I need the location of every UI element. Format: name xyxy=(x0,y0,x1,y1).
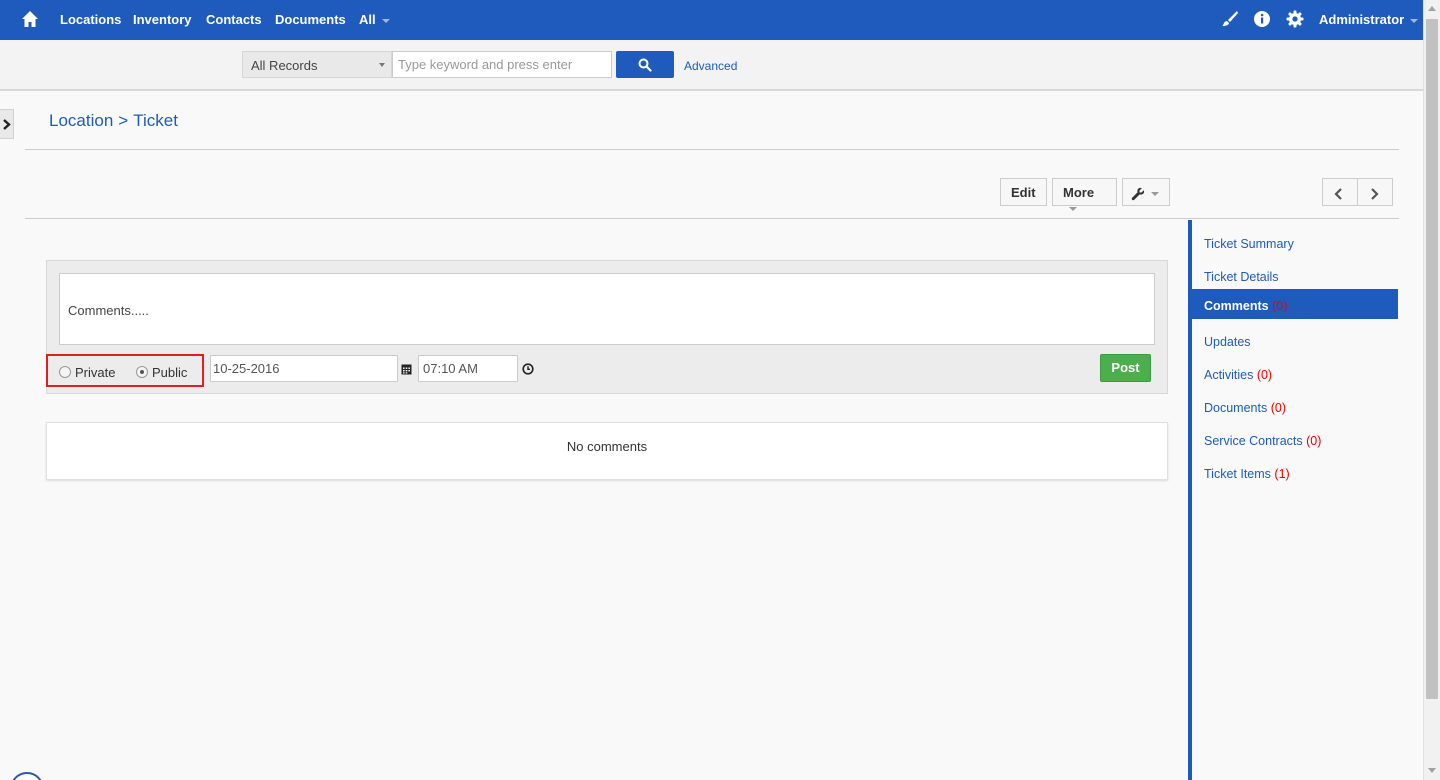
nav-contacts[interactable]: Contacts xyxy=(206,12,262,27)
more-button-label: More xyxy=(1063,185,1095,200)
sidebar-item-count: (0) xyxy=(1256,368,1273,382)
scroll-up-arrow-icon[interactable] xyxy=(1428,6,1436,11)
breadcrumb: Location > Ticket xyxy=(49,111,178,131)
next-record-button[interactable] xyxy=(1357,178,1393,206)
edit-button[interactable]: Edit xyxy=(1000,178,1047,206)
sidebar-item-label: Ticket Details xyxy=(1204,270,1279,284)
sidebar-item-label: Service Contracts xyxy=(1204,434,1303,448)
sidebar-item-ticket-items[interactable]: Ticket Items (1) xyxy=(1192,457,1398,487)
divider xyxy=(25,149,1399,150)
info-icon[interactable] xyxy=(1253,10,1271,28)
logo-badge-icon xyxy=(10,772,44,780)
sidebar-item-label: Ticket Items xyxy=(1204,467,1271,481)
comment-time-input[interactable] xyxy=(418,355,518,382)
nav-inventory[interactable]: Inventory xyxy=(133,12,192,27)
sidebar-item-updates[interactable]: Updates xyxy=(1192,325,1398,355)
scrollbar-thumb[interactable] xyxy=(1426,19,1438,699)
chevron-down-icon xyxy=(1069,206,1077,211)
breadcrumb-separator: > xyxy=(118,111,129,130)
post-comment-button[interactable]: Post xyxy=(1100,354,1151,382)
chevron-down-icon xyxy=(1151,191,1159,196)
sidebar-item-count: (1) xyxy=(1274,467,1290,481)
clock-icon[interactable] xyxy=(522,363,534,375)
search-scope-select[interactable]: All Records xyxy=(242,51,392,78)
sidebar-item-label: Updates xyxy=(1204,335,1251,349)
tools-dropdown-button[interactable] xyxy=(1122,178,1170,206)
nav-locations[interactable]: Locations xyxy=(60,12,121,27)
sidebar-item-service-contracts[interactable]: Service Contracts (0) xyxy=(1192,424,1398,454)
previous-record-button[interactable] xyxy=(1322,178,1358,206)
search-icon xyxy=(638,58,652,72)
divider xyxy=(25,218,1399,219)
sidebar-item-label: Activities xyxy=(1204,368,1254,382)
sidebar-item-comments[interactable]: Comments (0) xyxy=(1192,289,1398,319)
empty-comments-message: No comments xyxy=(566,439,648,454)
sidebar-item-label: Ticket Summary xyxy=(1204,237,1294,251)
comment-composer: Comments..... Private Public Post xyxy=(46,260,1168,394)
more-button[interactable]: More xyxy=(1052,178,1117,211)
search-input[interactable] xyxy=(392,51,612,78)
chevron-down-icon xyxy=(1410,18,1419,23)
sidebar-item-ticket-details[interactable]: Ticket Details xyxy=(1192,260,1398,290)
sidebar-item-label: Comments xyxy=(1204,299,1269,313)
top-navbar: Locations Inventory Contacts Documents A… xyxy=(0,0,1423,40)
visibility-radio-group: Private Public xyxy=(46,354,204,387)
gear-icon[interactable] xyxy=(1286,10,1304,28)
vertical-scrollbar[interactable] xyxy=(1423,0,1440,780)
record-sections-sidebar: Ticket Summary Ticket Details Comments (… xyxy=(1188,220,1398,780)
sidebar-item-count: (0) xyxy=(1272,299,1288,313)
user-name: Administrator xyxy=(1319,12,1405,27)
public-radio-label[interactable]: Public xyxy=(152,365,187,380)
chevron-down-icon xyxy=(381,18,390,23)
chevron-right-icon xyxy=(1371,187,1379,200)
sidebar-item-activities[interactable]: Activities (0) xyxy=(1192,358,1398,388)
private-radio-label[interactable]: Private xyxy=(75,365,115,380)
comment-date-input[interactable] xyxy=(210,355,398,382)
breadcrumb-current: Ticket xyxy=(133,111,178,130)
search-bar: All Records Advanced xyxy=(0,40,1423,91)
sidebar-toggle-button[interactable] xyxy=(0,109,14,139)
chevron-right-icon xyxy=(3,119,11,130)
comments-list: No comments xyxy=(46,422,1168,480)
chevron-left-icon xyxy=(1334,187,1342,200)
calendar-icon[interactable] xyxy=(401,363,412,375)
nav-documents[interactable]: Documents xyxy=(275,12,346,27)
nav-all-label: All xyxy=(359,12,376,27)
search-scope-value: All Records xyxy=(251,58,318,73)
breadcrumb-parent[interactable]: Location xyxy=(49,111,113,130)
sidebar-item-count: (0) xyxy=(1306,434,1322,448)
wrench-icon xyxy=(1131,187,1145,200)
public-radio[interactable] xyxy=(136,366,148,378)
user-menu[interactable]: Administrator xyxy=(1319,12,1419,27)
brush-icon[interactable] xyxy=(1221,10,1239,28)
chevron-down-icon xyxy=(379,63,385,67)
advanced-search-link[interactable]: Advanced xyxy=(684,59,737,73)
scroll-down-arrow-icon[interactable] xyxy=(1428,768,1436,773)
sidebar-item-label: Documents xyxy=(1204,401,1268,415)
private-radio[interactable] xyxy=(59,366,71,378)
sidebar-item-ticket-summary[interactable]: Ticket Summary xyxy=(1192,227,1398,257)
home-icon[interactable] xyxy=(20,9,40,29)
comment-textarea[interactable]: Comments..... xyxy=(59,273,1155,345)
nav-all-menu[interactable]: All xyxy=(359,12,390,27)
sidebar-item-count: (0) xyxy=(1270,401,1286,415)
sidebar-item-documents[interactable]: Documents (0) xyxy=(1192,391,1398,421)
search-button[interactable] xyxy=(616,51,674,78)
